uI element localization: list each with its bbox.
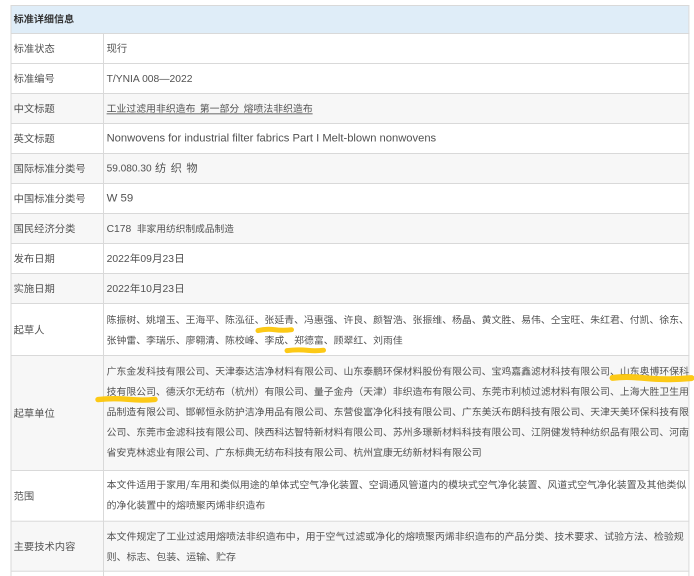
svg-text:2022: 2022 xyxy=(107,284,130,295)
svg-text:C178: C178 xyxy=(107,224,132,235)
svg-text:59.080.30: 59.080.30 xyxy=(107,164,152,175)
svg-text:T/YNIA 008—2022: T/YNIA 008—2022 xyxy=(107,74,193,85)
svg-text:Nonwovens for industrial filte: Nonwovens for industrial filter fabrics … xyxy=(107,133,437,145)
svg-text:09: 09 xyxy=(140,254,152,265)
svg-text:10: 10 xyxy=(140,284,152,295)
svg-text:23: 23 xyxy=(163,254,175,265)
svg-text:23: 23 xyxy=(163,284,175,295)
svg-text:W 59: W 59 xyxy=(107,193,134,205)
svg-text:2022: 2022 xyxy=(107,254,130,265)
